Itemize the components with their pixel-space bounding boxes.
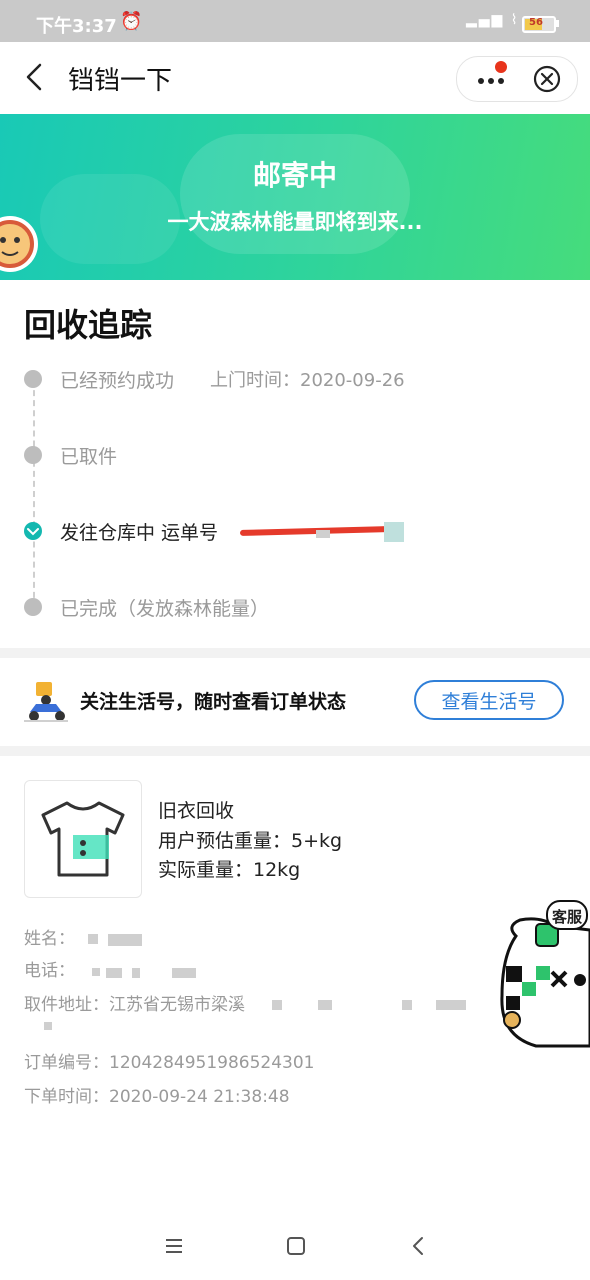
step-dot — [24, 370, 42, 388]
redaction-blur — [44, 1022, 52, 1030]
order-time-label: 下单时间： — [24, 1087, 109, 1107]
step-label: 已完成（发放森林能量） — [60, 598, 270, 620]
order-time-row: 下单时间：2020-09-24 21:38:48 — [24, 1082, 290, 1107]
tracking-step-picked: 已取件 — [0, 440, 590, 470]
status-bar: 下午3:37 ⏰ ▂▄▆ ⌇ 56 — [0, 0, 590, 42]
redaction-blur — [88, 934, 98, 944]
banner-subtitle: 一大波森林能量即将到来... — [167, 210, 423, 234]
mascot-icon — [0, 216, 38, 272]
mini-app-capsule — [456, 56, 578, 102]
tracking-step-shipping: 发往仓库中 运单号 — [0, 516, 590, 546]
address-label: 取件地址： — [24, 995, 109, 1015]
step-label: 已取件 — [60, 446, 118, 468]
back-icon[interactable] — [20, 62, 50, 92]
home-square-icon[interactable] — [282, 1232, 310, 1260]
status-banner: 邮寄中 一大波森林能量即将到来... — [0, 114, 590, 280]
redaction-blur — [106, 968, 122, 978]
tshirt-icon — [41, 801, 125, 877]
product-name: 旧衣回收 — [158, 800, 235, 822]
banner-decoration — [180, 134, 410, 254]
tracking-step-completed: 已完成（发放森林能量） — [0, 592, 590, 622]
redaction-blur — [318, 1000, 332, 1010]
nav-bar: 铛铛一下 — [0, 42, 590, 114]
phone-row: 电话： — [24, 956, 75, 981]
name-label: 姓名： — [24, 929, 75, 949]
address-row: 取件地址：江苏省无锡市梁溪 — [24, 990, 245, 1015]
redaction-blur — [402, 1000, 412, 1010]
order-time: 2020-09-24 21:38:48 — [109, 1087, 290, 1107]
tracking-title: 回收追踪 — [24, 306, 153, 344]
redaction-mark — [239, 526, 391, 536]
redaction-blur — [172, 968, 196, 978]
redaction-blur — [92, 968, 100, 976]
scooter-icon — [24, 682, 68, 722]
product-thumbnail — [24, 780, 142, 898]
alarm-icon: ⏰ — [120, 11, 143, 32]
battery-tip — [556, 20, 559, 27]
signal-icon: ▂▄▆ ⌇ — [466, 12, 520, 28]
step-dot — [24, 598, 42, 616]
view-life-account-button[interactable]: 查看生活号 — [414, 680, 564, 720]
redaction-blur — [272, 1000, 282, 1010]
name-row: 姓名： — [24, 924, 75, 949]
actual-weight: 实际重量：12kg — [158, 859, 301, 881]
redaction-blur — [384, 522, 404, 542]
redaction-blur — [132, 968, 140, 978]
banner-title: 邮寄中 — [252, 159, 337, 192]
tracking-card: 回收追踪 已经预约成功 上门时间：2020-09-26 已取件 发往仓库中 运单… — [0, 280, 590, 648]
timeline-line — [33, 380, 35, 608]
follow-prompt: 关注生活号，随时查看订单状态 — [80, 691, 347, 713]
battery-level: 56 — [529, 17, 543, 28]
order-number: 1204284951986524301 — [109, 1053, 315, 1073]
back-triangle-icon[interactable] — [404, 1232, 432, 1260]
tracking-step-booked: 已经预约成功 上门时间：2020-09-26 — [0, 364, 590, 394]
step-label: 已经预约成功 — [60, 370, 175, 392]
redaction-blur — [108, 934, 142, 946]
close-circle-icon[interactable] — [533, 65, 561, 93]
estimated-weight: 用户预估重量：5+kg — [158, 830, 343, 852]
order-number-row: 订单编号：1204284951986524301 — [24, 1048, 315, 1073]
redaction-blur — [436, 1000, 466, 1010]
customer-service-label[interactable]: 客服 — [546, 900, 588, 930]
address-value: 江苏省无锡市梁溪 — [109, 995, 245, 1015]
page-title: 铛铛一下 — [68, 66, 173, 96]
system-nav-bar — [0, 1212, 590, 1280]
pickup-time: 上门时间：2020-09-26 — [210, 370, 405, 391]
step-label: 发往仓库中 运单号 — [60, 522, 219, 544]
order-number-label: 订单编号： — [24, 1053, 109, 1073]
phone-label: 电话： — [24, 961, 75, 981]
status-time: 下午3:37 — [36, 16, 117, 37]
step-dot — [24, 446, 42, 464]
notification-dot — [495, 61, 507, 73]
follow-card: 关注生活号，随时查看订单状态 查看生活号 — [0, 658, 590, 746]
menu-icon[interactable] — [160, 1232, 188, 1260]
check-icon — [27, 528, 39, 536]
redaction-blur — [316, 530, 330, 538]
step-dot-active — [24, 522, 42, 540]
battery-icon: 56 — [522, 16, 556, 33]
